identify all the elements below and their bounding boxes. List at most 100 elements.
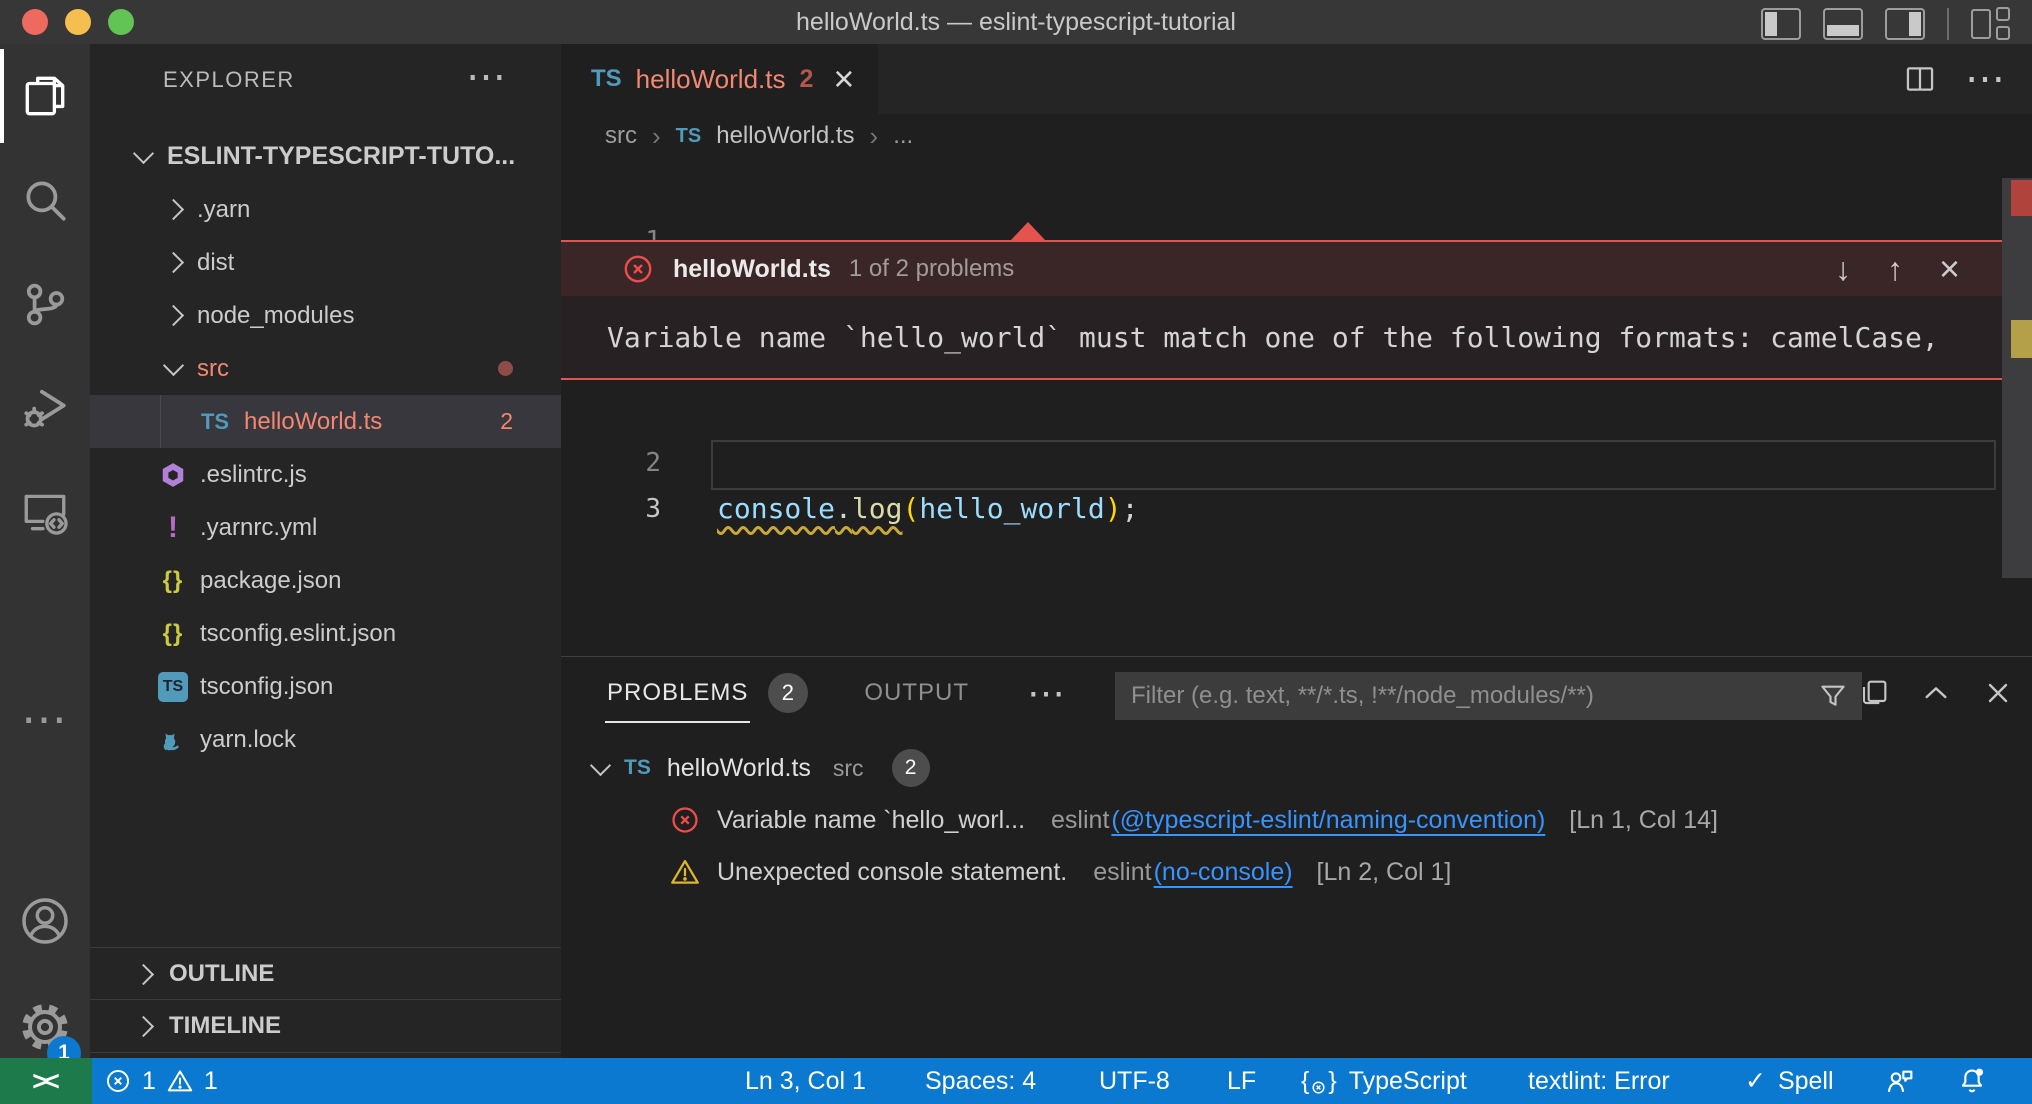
brace-open: { [1301, 1067, 1309, 1096]
tab-problems-badge: 2 [799, 65, 813, 94]
outline-section[interactable]: OUTLINE [90, 947, 561, 1000]
panel-more-tabs-icon[interactable]: ⋯ [1027, 671, 1065, 716]
tree-file-package-json[interactable]: {} package.json [90, 554, 561, 607]
close-peek-icon[interactable]: × [1939, 248, 1960, 290]
problem-row-error[interactable]: Variable name `hello_worl... eslint(@typ… [561, 795, 2032, 845]
cursor-position[interactable]: Ln 3, Col 1 [745, 1058, 866, 1104]
root-folder-label: ESLINT-TYPESCRIPT-TUTO... [167, 142, 515, 171]
variable-hello-world: hello_world [919, 492, 1104, 525]
account-icon[interactable] [17, 893, 73, 949]
explorer-header: EXPLORER ⋯ [90, 44, 561, 116]
activitybar-more-icon[interactable]: ⋯ [0, 684, 90, 754]
activitybar-source-control[interactable] [0, 252, 90, 356]
encoding[interactable]: UTF-8 [1099, 1058, 1170, 1104]
breadcrumb-symbol[interactable]: ... [893, 122, 913, 150]
file-tree: ESLINT-TYPESCRIPT-TUTO... .yarn dist nod… [90, 130, 561, 766]
tree-file-tsconfig-eslint-json[interactable]: {} tsconfig.eslint.json [90, 607, 561, 660]
close-panel-icon[interactable] [1982, 677, 2014, 709]
title-bar: helloWorld.ts — eslint-typescript-tutori… [0, 0, 2032, 44]
toggle-panel-icon[interactable] [1823, 8, 1863, 40]
problem-row-warning[interactable]: Unexpected console statement. eslint(no-… [561, 847, 2032, 897]
variable-console: console [717, 492, 835, 525]
spell-label: Spell [1778, 1067, 1834, 1096]
tree-file-tsconfig-json[interactable]: TS tsconfig.json [90, 660, 561, 713]
problems-count-badge: 2 [892, 749, 930, 787]
problem-rule-link[interactable]: (@typescript-eslint/naming-convention) [1111, 806, 1545, 835]
problem-rule-link[interactable]: (no-console) [1154, 858, 1293, 887]
problem-message: Variable name `hello_worl... [717, 806, 1025, 835]
problems-status[interactable]: 1 1 [104, 1058, 218, 1104]
chevron-right-icon [133, 1015, 154, 1036]
customize-layout-icon[interactable] [1971, 7, 2010, 40]
toggle-sidebar-icon[interactable] [1761, 8, 1801, 40]
breadcrumb-src[interactable]: src [605, 122, 637, 150]
remote-indicator[interactable]: >< [0, 1058, 92, 1104]
file-label: tsconfig.json [200, 673, 333, 701]
toggle-secondary-sidebar-icon[interactable] [1885, 8, 1925, 40]
tree-file-yarn-lock[interactable]: yarn.lock [90, 713, 561, 766]
activitybar-explorer[interactable] [0, 44, 90, 148]
status-bar: >< 1 1 Ln 3, Col 1 Spaces: 4 UTF-8 LF { … [0, 1058, 2032, 1104]
feedback-icon[interactable] [1884, 1058, 1916, 1104]
problems-filename: helloWorld.ts [667, 754, 811, 783]
breadcrumb-file[interactable]: helloWorld.ts [716, 122, 854, 150]
yaml-icon: ! [168, 511, 178, 545]
vscode-window: helloWorld.ts — eslint-typescript-tutori… [0, 0, 2032, 1104]
debug-icon [20, 383, 70, 433]
code-line-3[interactable]: 3 [561, 440, 2002, 486]
peek-problem-count: 1 of 2 problems [849, 255, 1014, 283]
next-problem-icon[interactable]: ↓ [1835, 251, 1851, 288]
tree-folder-dist[interactable]: dist [90, 236, 561, 289]
spell-checker[interactable]: ✓ Spell [1745, 1058, 1834, 1104]
activitybar-search[interactable] [0, 148, 90, 252]
notifications-bell-icon[interactable] [1956, 1058, 1988, 1104]
activitybar-run-debug[interactable] [0, 356, 90, 460]
filter-input[interactable] [1129, 681, 1818, 711]
tree-folder-node-modules[interactable]: node_modules [90, 289, 561, 342]
language-mode[interactable]: { } TypeScript [1301, 1058, 1467, 1104]
indentation[interactable]: Spaces: 4 [925, 1058, 1036, 1104]
chevron-down-icon [133, 143, 154, 164]
timeline-section[interactable]: TIMELINE [90, 999, 561, 1053]
code-line-2[interactable]: 2 console.log(hello_world); [561, 394, 2002, 440]
tree-file-eslintrc[interactable]: .eslintrc.js [90, 448, 561, 501]
previous-problem-icon[interactable]: ↑ [1887, 251, 1903, 288]
code-line-1[interactable]: 1 export const hello_world = "Hello Worl… [561, 172, 2002, 218]
filter-icon[interactable] [1818, 681, 1848, 711]
activitybar-remote-explorer[interactable] [0, 460, 90, 564]
split-editor-icon[interactable] [1903, 62, 1937, 96]
tab-problems[interactable]: PROBLEMS 2 [605, 657, 808, 729]
window-title: helloWorld.ts — eslint-typescript-tutori… [0, 0, 2032, 44]
file-label: .yarnrc.yml [200, 514, 317, 542]
tab-helloworld-ts[interactable]: TS helloWorld.ts 2 × [561, 44, 878, 114]
maximize-panel-icon[interactable] [1920, 677, 1952, 709]
tree-root-folder[interactable]: ESLINT-TYPESCRIPT-TUTO... [90, 130, 561, 183]
editor-more-actions-icon[interactable]: ⋯ [1965, 56, 2006, 102]
overview-error-mark [2011, 180, 2032, 216]
error-icon [104, 1067, 132, 1095]
problems-file-group[interactable]: TS helloWorld.ts src 2 [561, 743, 2032, 793]
tab-output[interactable]: OUTPUT [864, 679, 969, 707]
tree-folder-src[interactable]: src [90, 342, 561, 395]
chevron-right-icon: › [652, 121, 661, 152]
eol-sequence[interactable]: LF [1227, 1058, 1256, 1104]
error-count: 1 [142, 1067, 156, 1096]
tree-folder-yarn[interactable]: .yarn [90, 183, 561, 236]
files-icon [20, 71, 70, 121]
tree-file-helloworld-ts[interactable]: TS helloWorld.ts 2 [90, 395, 561, 448]
explorer-actions-icon[interactable]: ⋯ [466, 44, 506, 116]
editor-scrollbar[interactable] [2002, 178, 2032, 578]
error-icon [669, 804, 701, 836]
overview-warning-mark [2011, 320, 2032, 358]
file-label: helloWorld.ts [244, 408, 382, 436]
textlint-status[interactable]: textlint: Error [1528, 1058, 1670, 1104]
typescript-icon: TS [591, 65, 622, 93]
view-as-table-icon[interactable] [1858, 677, 1890, 709]
tab-label: helloWorld.ts [636, 64, 786, 95]
chevron-down-icon [163, 355, 184, 376]
chevron-right-icon [163, 252, 184, 273]
activity-bar: ⋯ 1 [0, 44, 90, 1058]
close-tab-icon[interactable]: × [833, 61, 854, 97]
tree-file-yarnrc[interactable]: ! .yarnrc.yml [90, 501, 561, 554]
peek-actions: ↓ ↑ × [1835, 248, 2006, 290]
